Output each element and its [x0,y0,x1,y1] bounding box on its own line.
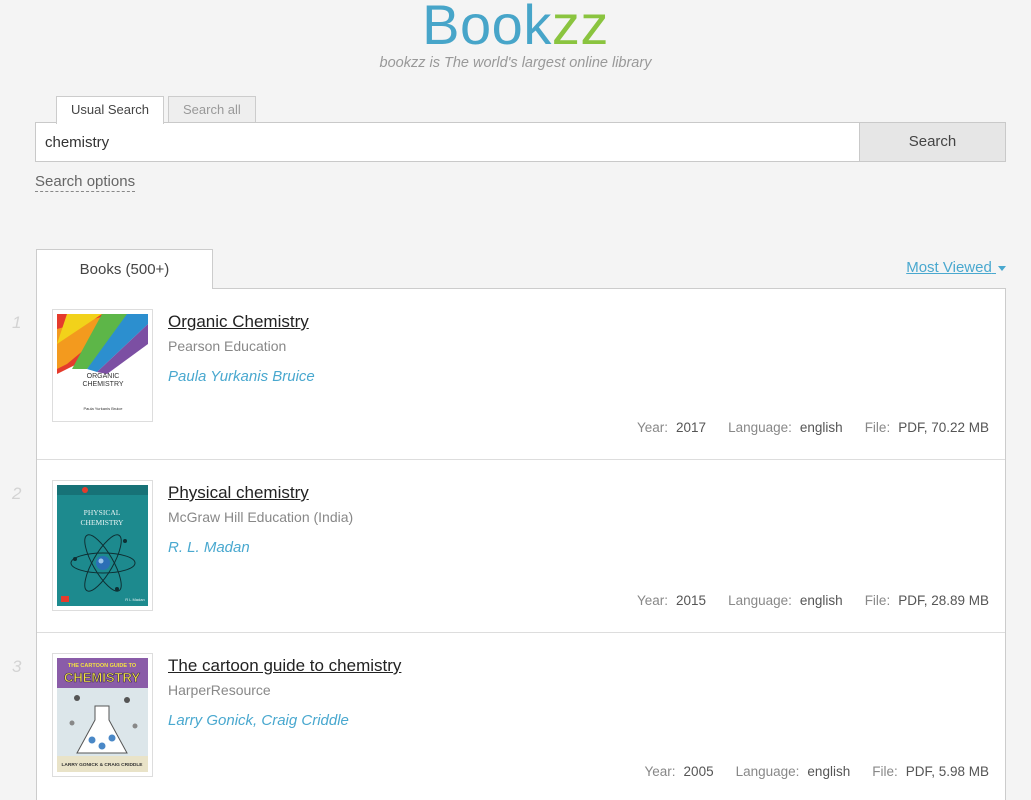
year-value: 2005 [683,764,714,779]
sort-label: Most Viewed [906,259,992,276]
logo-text-part2: zz [551,0,609,56]
tab-search-all[interactable]: Search all [168,96,256,124]
file-label: File: [864,420,891,435]
book-cover-image-3: THE CARTOON GUIDE TO CHEMISTRY LARRY GON… [57,658,148,772]
book-publisher: HarperResource [168,682,271,698]
language-label: Language: [728,593,792,608]
book-author-link[interactable]: Paula Yurkanis Bruice [168,368,315,385]
year-value: 2015 [676,593,707,608]
results-list: 1 ORGANIC CHEMISTRY Paula Yurkanis Bruic… [12,288,1006,800]
cover-text-line1: PHYSICAL [84,508,121,517]
file-label: File: [864,593,891,608]
list-item: 2 PHYSICAL CHEMISTRY R L Madan Physical [12,460,1005,633]
year-value: 2017 [676,420,707,435]
list-item: 3 THE CARTOON GUIDE TO CHEMISTRY LARRY G… [12,633,1005,800]
book-title-link[interactable]: Organic Chemistry [168,312,309,332]
tab-usual-search[interactable]: Usual Search [56,96,165,124]
result-index: 2 [12,484,22,503]
language-label: Language: [735,764,800,779]
book-meta: Year: 2005 Language: english File: PDF, 5.98 … [645,764,989,779]
book-publisher: McGraw Hill Education (India) [168,509,354,525]
file-value: PDF, 70.22 MB [898,420,989,435]
search-button[interactable]: Search [859,122,1006,162]
cover-author-text: LARRY GONICK & CRAIG CRIDDLE [61,762,143,768]
year-label: Year: [637,420,669,435]
book-author-link[interactable]: R. L. Madan [168,539,250,556]
sort-dropdown[interactable]: Most Viewed [906,259,1006,276]
caret-down-icon [998,265,1006,271]
cover-author-text: R L Madan [125,597,144,602]
logo-text-part1: Book [422,0,552,56]
book-title-link[interactable]: Physical chemistry [168,483,309,503]
language-label: Language: [728,420,792,435]
search-options-link[interactable]: Search options [35,173,136,192]
year-label: Year: [644,764,676,779]
site-logo[interactable]: Bookzz [0,0,1031,56]
cover-text-line2: CHEMISTRY [64,670,140,685]
book-meta: Year: 2015 Language: english File: PDF, 28.89… [637,593,989,608]
cover-text-line1: ORGANIC [87,373,120,380]
file-value: PDF, 28.89 MB [898,593,989,608]
language-value: english [807,764,851,779]
book-cover-image-2: PHYSICAL CHEMISTRY R L Madan [57,485,148,606]
search-input[interactable] [35,122,860,162]
result-index: 3 [12,657,22,676]
book-cover-image-1: ORGANIC CHEMISTRY Paula Yurkanis Bruice [57,314,148,417]
file-label: File: [872,764,898,779]
cover-text-line1: THE CARTOON GUIDE TO [68,663,137,669]
file-value: PDF, 5.98 MB [905,764,989,779]
cover-author-text: Paula Yurkanis Bruice [83,406,123,411]
result-index: 1 [12,313,22,332]
book-cover[interactable]: THE CARTOON GUIDE TO CHEMISTRY LARRY GON… [52,653,153,777]
language-value: english [799,420,843,435]
book-title-link[interactable]: The cartoon guide to chemistry [168,656,401,676]
year-label: Year: [637,593,669,608]
book-publisher: Pearson Education [168,338,287,354]
book-meta: Year: 2017 Language: english File: PDF, 70.22… [637,420,989,435]
book-cover[interactable]: ORGANIC CHEMISTRY Paula Yurkanis Bruice [52,309,153,422]
cover-text-line2: CHEMISTRY [82,381,123,388]
list-item: 1 ORGANIC CHEMISTRY Paula Yurkanis Bruic… [12,289,1005,460]
site-tagline: bookzz is The world's largest online lib… [379,55,652,71]
language-value: english [799,593,843,608]
cover-text-line2: CHEMISTRY [81,518,125,527]
tab-books[interactable]: Books (500+) [36,249,213,289]
book-author-link[interactable]: Larry Gonick, Craig Criddle [168,712,349,729]
book-cover[interactable]: PHYSICAL CHEMISTRY R L Madan [52,480,153,611]
